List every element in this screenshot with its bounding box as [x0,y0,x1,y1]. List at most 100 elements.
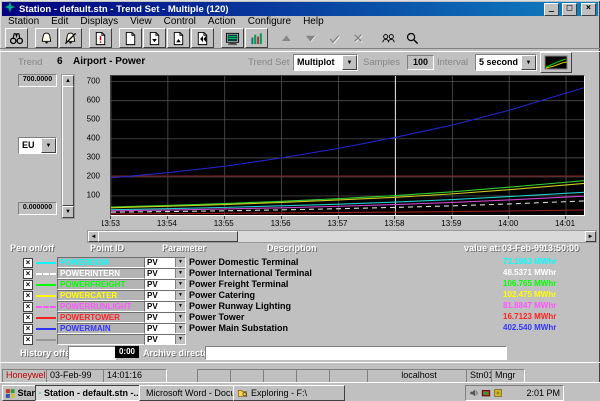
point-description: Power International Terminal [189,268,312,278]
point-id-field[interactable]: POWERFREIGHT [57,279,146,290]
history-offset-field[interactable] [68,346,116,360]
scroll-down-icon[interactable] [62,206,74,218]
alarm-page-button[interactable] [89,28,112,48]
page-down-button[interactable] [143,28,166,48]
menu-control[interactable]: Control [158,16,202,28]
menu-help[interactable]: Help [297,16,330,28]
pen-checkbox[interactable]: × [23,302,33,312]
parameter-value: PV [147,280,158,289]
parameter-select[interactable]: PV [144,334,186,345]
point-value: 16.7123 MWhr [503,312,556,322]
zoom-button[interactable] [401,28,424,48]
cancel-button[interactable] [347,28,370,48]
chevron-down-icon[interactable] [521,55,536,70]
speaker-icon[interactable] [469,388,479,398]
trend-set-value: Multiplot [294,55,342,70]
status-bar: Honeywell 03-Feb-99 14:01:16 localhost S… [0,362,600,383]
scrollbar-thumb[interactable] [62,86,74,206]
menu-view[interactable]: View [124,16,158,28]
pen-checkbox[interactable]: × [23,313,33,323]
point-value: 106.765 MWhr [503,279,556,289]
trend-button[interactable] [245,28,268,48]
page-button[interactable] [119,28,142,48]
pen-checkbox[interactable]: × [23,258,33,268]
station-icon [39,388,41,398]
point-id-field[interactable]: POWERCATER [57,290,146,301]
parameter-select[interactable]: PV [144,323,186,334]
page-first-button[interactable] [191,28,214,48]
task-explorer[interactable]: Exploring - F:\ [233,385,345,401]
interval-label: Interval [437,57,468,68]
page-up-button[interactable] [167,28,190,48]
parameter-select[interactable]: PV [144,279,186,290]
trend-set-select[interactable]: Multiplot [293,54,358,71]
minimize-button[interactable]: _ [544,3,559,16]
eu-select[interactable]: EU [18,137,57,154]
task-word[interactable]: W Microsoft Word - Document1 [139,385,239,401]
menu-action[interactable]: Action [202,16,242,28]
pen-checkbox[interactable]: × [23,291,33,301]
trend-set-button[interactable] [540,52,572,73]
trend-label: Trend [18,57,42,68]
task-station[interactable]: Station - default.stn -... [35,385,145,401]
point-id-field[interactable]: POWERMAIN [57,323,146,334]
pen-checkbox[interactable]: × [23,324,33,334]
point-id-field[interactable]: POWERRUNLIGHT [57,301,146,312]
parameter-select[interactable]: PV [144,312,186,323]
alarm-disable-button[interactable] [59,28,82,48]
vertical-scrollbar[interactable] [61,74,75,219]
accept-icon [327,31,342,46]
pen-checkbox[interactable]: × [23,335,33,345]
point-id-field[interactable] [57,334,146,345]
pen-checkbox[interactable]: × [23,280,33,290]
system-tray: 2:01 PM [465,385,564,401]
trend-plot-svg[interactable] [111,76,584,215]
chevron-down-icon[interactable] [175,324,185,333]
display-button[interactable] [221,28,244,48]
page-down-icon [147,31,162,46]
menu-station[interactable]: Station [2,16,45,28]
taskbar: Start Station - default.stn -... W Micro… [0,382,600,401]
raise-button[interactable] [275,28,298,48]
menu-configure[interactable]: Configure [242,16,297,28]
alarm-button[interactable] [35,28,58,48]
close-button[interactable]: × [581,3,596,16]
chevron-down-icon[interactable] [342,55,357,70]
point-id-field[interactable]: POWERDOM [57,257,146,268]
scrollbar-thumb[interactable] [98,231,238,242]
pen-line-sample [36,262,56,264]
archive-directory-field[interactable] [205,346,507,360]
chevron-down-icon[interactable] [175,302,185,311]
chevron-down-icon[interactable] [175,291,185,300]
chevron-down-icon[interactable] [175,313,185,322]
chevron-down-icon[interactable] [41,138,56,153]
trend-number: 6 [57,56,63,67]
trend-plot[interactable] [110,75,585,216]
pen-checkbox[interactable]: × [23,269,33,279]
point-id-field[interactable]: POWERINTERN [57,268,146,279]
maximize-button[interactable]: □ [562,3,577,16]
parameter-select[interactable]: PV [144,301,186,312]
chevron-down-icon[interactable] [175,258,185,267]
tray-app-icon[interactable] [481,388,491,398]
chevron-down-icon[interactable] [175,280,185,289]
point-id-field[interactable]: POWERTOWER [57,312,146,323]
tray-app-icon[interactable] [493,388,503,398]
chevron-down-icon[interactable] [175,269,185,278]
legend-header-point-id: Point ID [90,243,124,253]
parameter-select[interactable]: PV [144,290,186,301]
lower-button[interactable] [299,28,322,48]
interval-select[interactable]: 5 second [475,54,537,71]
menu-displays[interactable]: Displays [74,16,124,28]
menu-edit[interactable]: Edit [45,16,74,28]
accept-button[interactable] [323,28,346,48]
point-description: Power Main Substation [189,323,288,333]
samples-field[interactable]: 100 [407,55,434,70]
parameter-select[interactable]: PV [144,268,186,279]
chevron-down-icon[interactable] [175,335,185,344]
find-button[interactable] [5,28,28,48]
parameter-select[interactable]: PV [144,257,186,268]
scroll-right-icon[interactable] [585,231,596,242]
operators-button[interactable] [377,28,400,48]
horizontal-scrollbar[interactable] [87,230,597,243]
